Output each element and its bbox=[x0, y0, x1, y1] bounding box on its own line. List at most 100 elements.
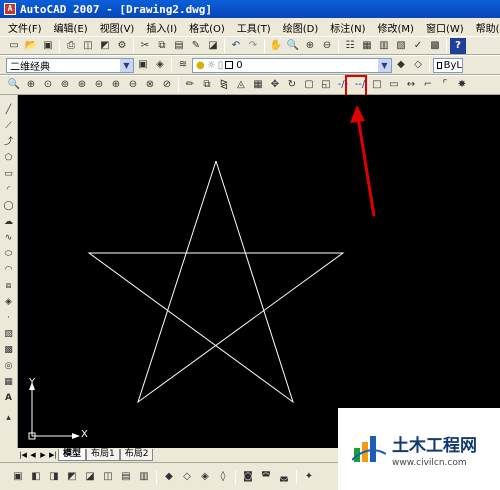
rectangle-icon[interactable]: ▭ bbox=[2, 167, 16, 181]
polyline-icon[interactable]: ⤴ bbox=[2, 135, 16, 149]
help-icon[interactable]: ? bbox=[450, 37, 466, 54]
menu-insert[interactable]: 插入(I) bbox=[140, 20, 183, 35]
fillet-icon[interactable]: ⌜ bbox=[437, 77, 453, 93]
top-view-icon[interactable]: ◨ bbox=[46, 469, 62, 485]
copy-icon[interactable]: ⧉ bbox=[154, 38, 170, 54]
multiline-text-icon[interactable]: A bbox=[2, 391, 16, 405]
print-icon[interactable]: ⎙ bbox=[63, 38, 79, 54]
redo-icon[interactable]: ↷ bbox=[245, 38, 261, 54]
zoom-window-icon[interactable]: ⊕ bbox=[302, 38, 318, 54]
workspace-save-icon[interactable]: ◈ bbox=[152, 57, 168, 73]
layer-combo[interactable]: ● ☼ ▯ 0 ▼ bbox=[192, 57, 392, 73]
bottom-view-icon[interactable]: ◩ bbox=[64, 469, 80, 485]
zoom-realtime-icon[interactable]: 🔍 bbox=[6, 77, 22, 93]
back-view-icon[interactable]: ▥ bbox=[136, 469, 152, 485]
right-view-icon[interactable]: ◫ bbox=[100, 469, 116, 485]
zoom-all-icon[interactable]: ⊗ bbox=[142, 77, 158, 93]
zoom-window-icon[interactable]: ⊕ bbox=[23, 77, 39, 93]
make-block-icon[interactable]: ◈ bbox=[2, 295, 16, 309]
publish-icon[interactable]: ◩ bbox=[97, 38, 113, 54]
zoom-in-icon[interactable]: ⊕ bbox=[108, 77, 124, 93]
sheet-set-icon[interactable]: ▧ bbox=[393, 38, 409, 54]
named-views-icon[interactable]: ◧ bbox=[28, 469, 44, 485]
menu-modify[interactable]: 修改(M) bbox=[372, 20, 420, 35]
polygon-icon[interactable]: ⬠ bbox=[2, 151, 16, 165]
view-icon[interactable]: ▣ bbox=[10, 469, 26, 485]
menu-file[interactable]: 文件(F) bbox=[2, 20, 48, 35]
rotate-icon[interactable]: ↻ bbox=[284, 77, 300, 93]
prev-tab-icon[interactable]: ◀ bbox=[28, 449, 38, 461]
zoom-dynamic-icon[interactable]: ⊙ bbox=[40, 77, 56, 93]
zoom-scale-icon[interactable]: ⊚ bbox=[57, 77, 73, 93]
workspace-combo[interactable]: 二维经典 ▼ bbox=[6, 57, 134, 73]
save-icon[interactable]: ▣ bbox=[40, 38, 56, 54]
zoom-object-icon[interactable]: ⊜ bbox=[91, 77, 107, 93]
undo-icon[interactable]: ↶ bbox=[228, 38, 244, 54]
ne-iso-icon[interactable]: ◈ bbox=[197, 469, 213, 485]
explode-icon[interactable]: ✸ bbox=[454, 77, 470, 93]
break-icon[interactable]: ▭ bbox=[386, 77, 402, 93]
chamfer-icon[interactable]: ⌐ bbox=[420, 77, 436, 93]
layer-previous-icon[interactable]: ◇ bbox=[410, 57, 426, 73]
region-icon[interactable]: ◎ bbox=[2, 359, 16, 373]
last-tab-icon[interactable]: ▶| bbox=[48, 449, 58, 461]
camera-icon[interactable]: ◙ bbox=[240, 469, 256, 485]
pentagram-star[interactable] bbox=[87, 160, 345, 404]
construction-line-icon[interactable]: ⟋ bbox=[2, 119, 16, 133]
offset-icon[interactable]: ◬ bbox=[233, 77, 249, 93]
revision-cloud-icon[interactable]: ☁ bbox=[2, 215, 16, 229]
menu-tools[interactable]: 工具(T) bbox=[231, 20, 277, 35]
menu-draw[interactable]: 绘图(D) bbox=[277, 20, 325, 35]
drawing-canvas[interactable] bbox=[18, 95, 500, 448]
point-icon[interactable]: · bbox=[2, 311, 16, 325]
render-icon[interactable]: ◚ bbox=[258, 469, 274, 485]
left-view-icon[interactable]: ◪ bbox=[82, 469, 98, 485]
tool-palettes-icon[interactable]: ▥ bbox=[376, 38, 392, 54]
move-icon[interactable]: ✥ bbox=[267, 77, 283, 93]
zoom-realtime-icon[interactable]: 🔍 bbox=[285, 38, 301, 54]
zoom-center-icon[interactable]: ⊛ bbox=[74, 77, 90, 93]
array-icon[interactable]: ▦ bbox=[250, 77, 266, 93]
break-at-point-icon[interactable]: □ bbox=[369, 77, 385, 93]
zoom-previous-icon[interactable]: ⊖ bbox=[319, 38, 335, 54]
orbit-icon[interactable]: ◛ bbox=[276, 469, 292, 485]
ellipse-arc-icon[interactable]: ◠ bbox=[2, 263, 16, 277]
block-editor-icon[interactable]: ◪ bbox=[205, 38, 221, 54]
properties-icon[interactable]: ☷ bbox=[342, 38, 358, 54]
make-layer-current-icon[interactable]: ◆ bbox=[393, 57, 409, 73]
pan-icon[interactable]: ✋ bbox=[268, 38, 284, 54]
table-icon[interactable]: ▦ bbox=[2, 375, 16, 389]
ellipse-icon[interactable]: ⬭ bbox=[2, 247, 16, 261]
plot-icon[interactable]: ⚙ bbox=[114, 38, 130, 54]
menu-help[interactable]: 帮助(H) bbox=[470, 20, 500, 35]
cut-icon[interactable]: ✂ bbox=[137, 38, 153, 54]
se-iso-icon[interactable]: ◇ bbox=[179, 469, 195, 485]
zoom-out-icon[interactable]: ⊖ bbox=[125, 77, 141, 93]
match-properties-icon[interactable]: ✎ bbox=[188, 38, 204, 54]
scrollbar-up-icon[interactable]: ▴ bbox=[2, 411, 16, 425]
line-icon[interactable]: ╱ bbox=[2, 103, 16, 117]
menu-format[interactable]: 格式(O) bbox=[183, 20, 231, 35]
menu-edit[interactable]: 编辑(E) bbox=[48, 20, 94, 35]
tab-model[interactable]: 模型 bbox=[58, 449, 87, 461]
preview-icon[interactable]: ◫ bbox=[80, 38, 96, 54]
arc-icon[interactable]: ◜ bbox=[2, 183, 16, 197]
zoom-extents-icon[interactable]: ⊘ bbox=[159, 77, 175, 93]
hatch-icon[interactable]: ▨ bbox=[2, 327, 16, 341]
design-center-icon[interactable]: ▦ bbox=[359, 38, 375, 54]
gradient-icon[interactable]: ▩ bbox=[2, 343, 16, 357]
copy-object-icon[interactable]: ⧉ bbox=[199, 77, 215, 93]
navigate-icon[interactable]: ✦ bbox=[301, 469, 317, 485]
scale-icon[interactable]: ▢ bbox=[301, 77, 317, 93]
menu-window[interactable]: 窗口(W) bbox=[420, 20, 470, 35]
erase-icon[interactable]: ✏ bbox=[182, 77, 198, 93]
menu-view[interactable]: 视图(V) bbox=[94, 20, 141, 35]
menu-dimension[interactable]: 标注(N) bbox=[324, 20, 371, 35]
layer-manager-icon[interactable]: ≋ bbox=[175, 57, 191, 73]
workspace-settings-icon[interactable]: ▣ bbox=[135, 57, 151, 73]
tab-layout1[interactable]: 布局1 bbox=[86, 449, 120, 461]
first-tab-icon[interactable]: |◀ bbox=[18, 449, 28, 461]
open-icon[interactable]: 📂 bbox=[23, 38, 39, 54]
new-icon[interactable]: ▭ bbox=[6, 38, 22, 54]
markup-icon[interactable]: ✓ bbox=[410, 38, 426, 54]
